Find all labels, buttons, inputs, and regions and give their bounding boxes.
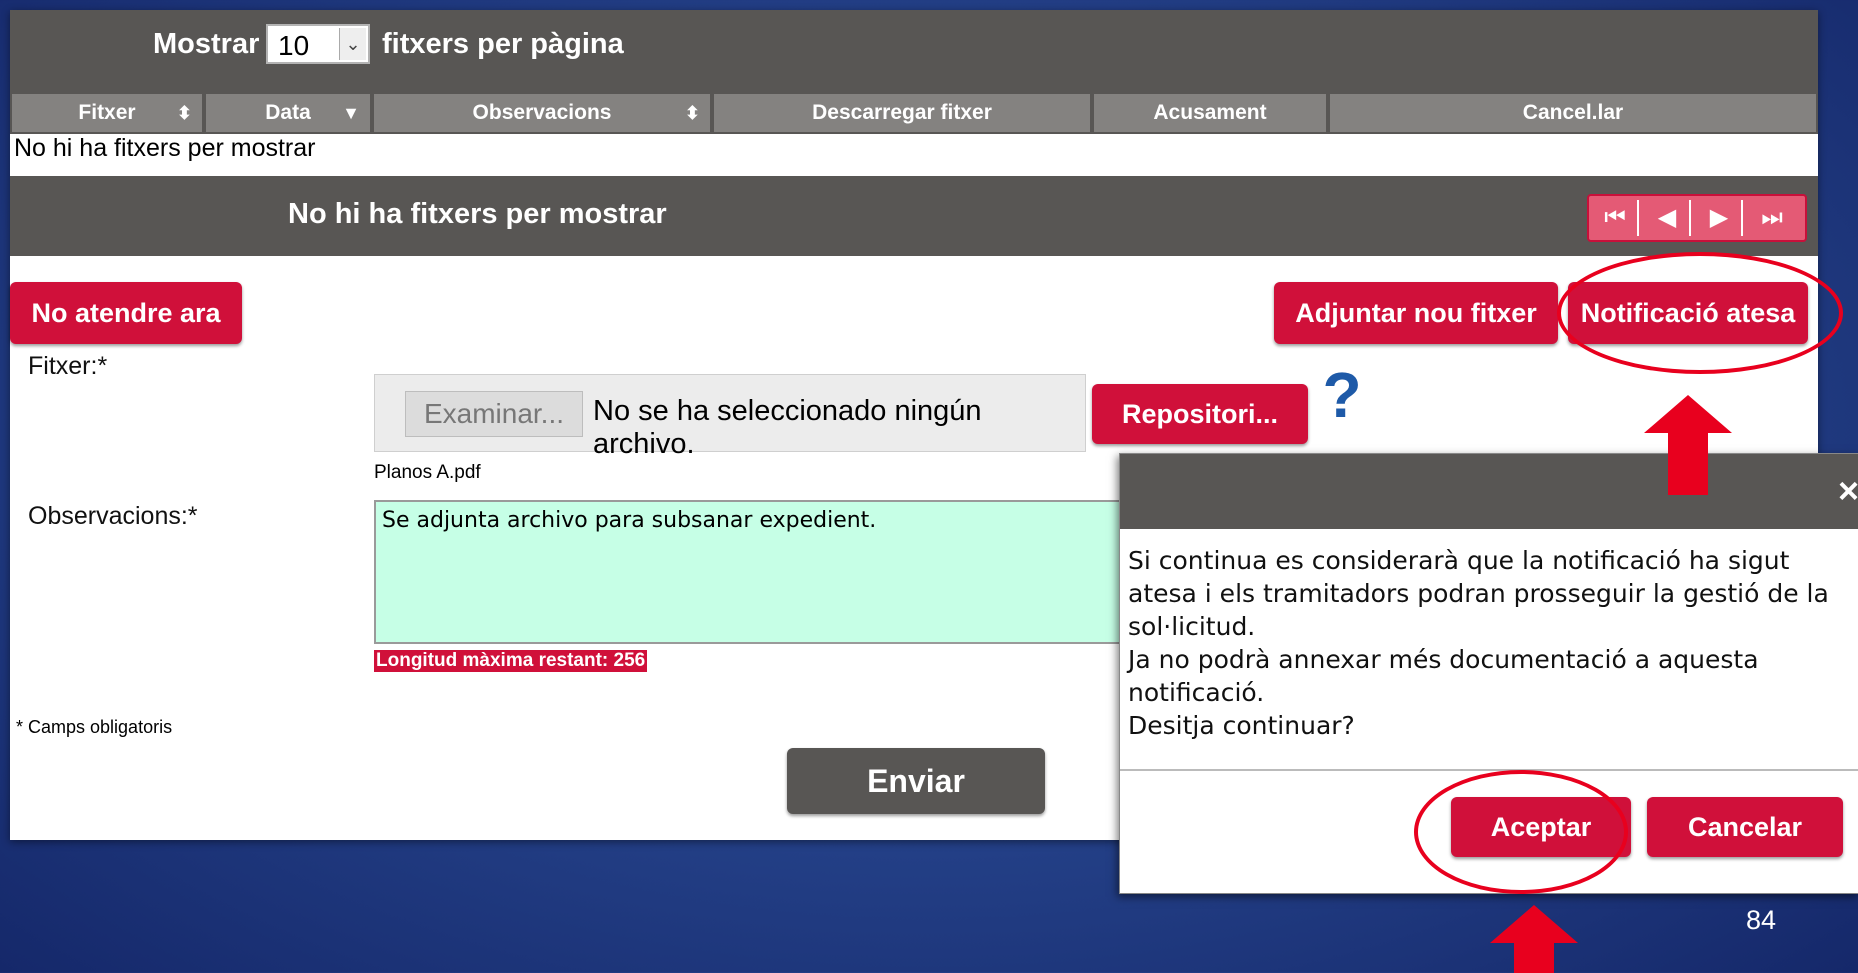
column-header-fitxer[interactable]: Fitxer ⬍	[12, 94, 202, 132]
column-header-data[interactable]: Data ▼	[206, 94, 370, 132]
sort-both-icon[interactable]: ⬍	[177, 94, 192, 132]
per-page-label: fitxers per pàgina	[382, 28, 624, 60]
column-header-observacions[interactable]: Observacions ⬍	[374, 94, 710, 132]
show-label: Mostrar	[153, 28, 260, 60]
observations-value: Se adjunta archivo para subsanar expedie…	[382, 508, 877, 533]
column-label: Fitxer	[78, 101, 136, 124]
repository-button[interactable]: Repositori...	[1092, 384, 1308, 444]
chevron-down-icon[interactable]: ⌄	[339, 28, 366, 60]
dialog-line: sol·licitud.	[1128, 612, 1256, 641]
column-header-download: Descarregar fitxer	[714, 94, 1090, 132]
pager: ⏮ ◀ ▶ ⏭	[1587, 194, 1807, 242]
file-input[interactable]: Examinar... No se ha seleccionado ningún…	[374, 374, 1086, 460]
last-page-icon[interactable]: ⏭	[1749, 200, 1795, 236]
dialog-line: Desitja continuar?	[1128, 711, 1355, 740]
column-header-cancel: Cancel.lar	[1330, 94, 1816, 132]
first-page-icon[interactable]: ⏮	[1593, 200, 1639, 236]
file-label: Fitxer:*	[28, 352, 108, 380]
table-empty-row: No hi ha fitxers per mostrar	[14, 134, 316, 162]
not-now-button[interactable]: No atendre ara	[10, 282, 242, 344]
next-page-icon[interactable]: ▶	[1697, 200, 1743, 236]
highlight-circle	[1414, 770, 1628, 894]
send-button[interactable]: Enviar	[787, 748, 1045, 814]
slide-number: 84	[1746, 905, 1777, 935]
highlight-circle	[1557, 252, 1843, 374]
column-label: Observacions	[472, 101, 612, 124]
dialog-line: Ja no podrà annexar més documentació a a…	[1128, 645, 1759, 674]
max-length-counter: Longitud màxima restant: 256	[374, 650, 648, 672]
browse-button[interactable]: Examinar...	[405, 391, 583, 437]
arrow-up-icon	[1644, 395, 1732, 495]
dialog-divider	[1120, 769, 1858, 771]
page-size-select[interactable]: 10 ⌄	[266, 24, 370, 64]
sort-desc-icon[interactable]: ▼	[342, 94, 360, 132]
dialog-message: Si continua es considerarà que la notifi…	[1128, 544, 1853, 742]
footer-message: No hi ha fitxers per mostrar	[288, 198, 667, 230]
table-footer: No hi ha fitxers per mostrar ⏮ ◀ ▶ ⏭	[10, 176, 1818, 256]
attach-new-file-button[interactable]: Adjuntar nou fitxer	[1274, 282, 1558, 344]
observations-textarea[interactable]: Se adjunta archivo para subsanar expedie…	[374, 500, 1134, 644]
page-size-value: 10	[278, 30, 310, 61]
required-fields-note: * Camps obligatoris	[16, 717, 173, 737]
dialog-line: atesa i els tramitadors podran prossegui…	[1128, 579, 1829, 608]
dialog-line: Si continua es considerarà que la notifi…	[1128, 546, 1790, 575]
dialog-line: notificació.	[1128, 678, 1265, 707]
column-header-acusament: Acusament	[1094, 94, 1326, 132]
selected-filename: Planos A.pdf	[374, 462, 481, 483]
column-label: Data	[265, 101, 311, 124]
help-icon[interactable]: ?	[1320, 363, 1364, 427]
arrow-up-icon	[1490, 905, 1578, 973]
close-icon[interactable]: ×	[1838, 470, 1858, 512]
table-header-row: Fitxer ⬍ Data ▼ Observacions ⬍ Descarreg…	[10, 88, 1818, 134]
observations-label: Observacions:*	[28, 502, 198, 530]
dialog-header: ×	[1120, 454, 1858, 529]
file-none-text: No se ha seleccionado ningún archivo.	[593, 395, 982, 460]
cancel-button[interactable]: Cancelar	[1647, 797, 1843, 857]
sort-both-icon[interactable]: ⬍	[685, 94, 700, 132]
prev-page-icon[interactable]: ◀	[1645, 200, 1691, 236]
